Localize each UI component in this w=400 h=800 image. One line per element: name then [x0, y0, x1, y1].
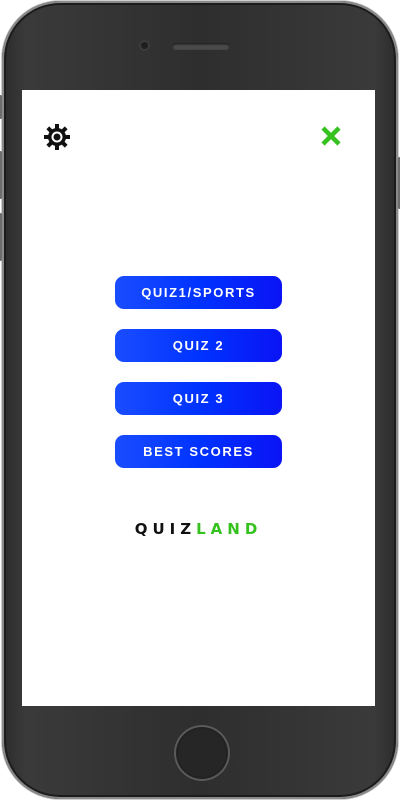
best-scores-button[interactable]: BEST SCORES: [115, 435, 282, 468]
front-camera: [139, 40, 150, 51]
quiz2-button[interactable]: QUIZ 2: [115, 329, 282, 362]
app-screen: QUIZ1/SPORTS QUIZ 2 QUIZ 3 BEST SCORES Q…: [22, 90, 375, 706]
close-icon[interactable]: [320, 125, 342, 147]
logo-part-quiz: QUIZ: [134, 520, 197, 538]
volume-down-button: [0, 213, 2, 261]
gear-icon[interactable]: [43, 123, 71, 151]
silent-switch: [0, 95, 2, 119]
quiz1-sports-button[interactable]: QUIZ1/SPORTS: [115, 276, 282, 309]
earpiece-speaker: [172, 43, 230, 50]
app-logo: QUIZLAND: [22, 520, 375, 538]
quiz3-button[interactable]: QUIZ 3: [115, 382, 282, 415]
home-button[interactable]: [174, 725, 230, 781]
logo-part-land: LAND: [196, 520, 263, 538]
volume-up-button: [0, 151, 2, 199]
quiz-menu: QUIZ1/SPORTS QUIZ 2 QUIZ 3 BEST SCORES: [115, 276, 282, 488]
